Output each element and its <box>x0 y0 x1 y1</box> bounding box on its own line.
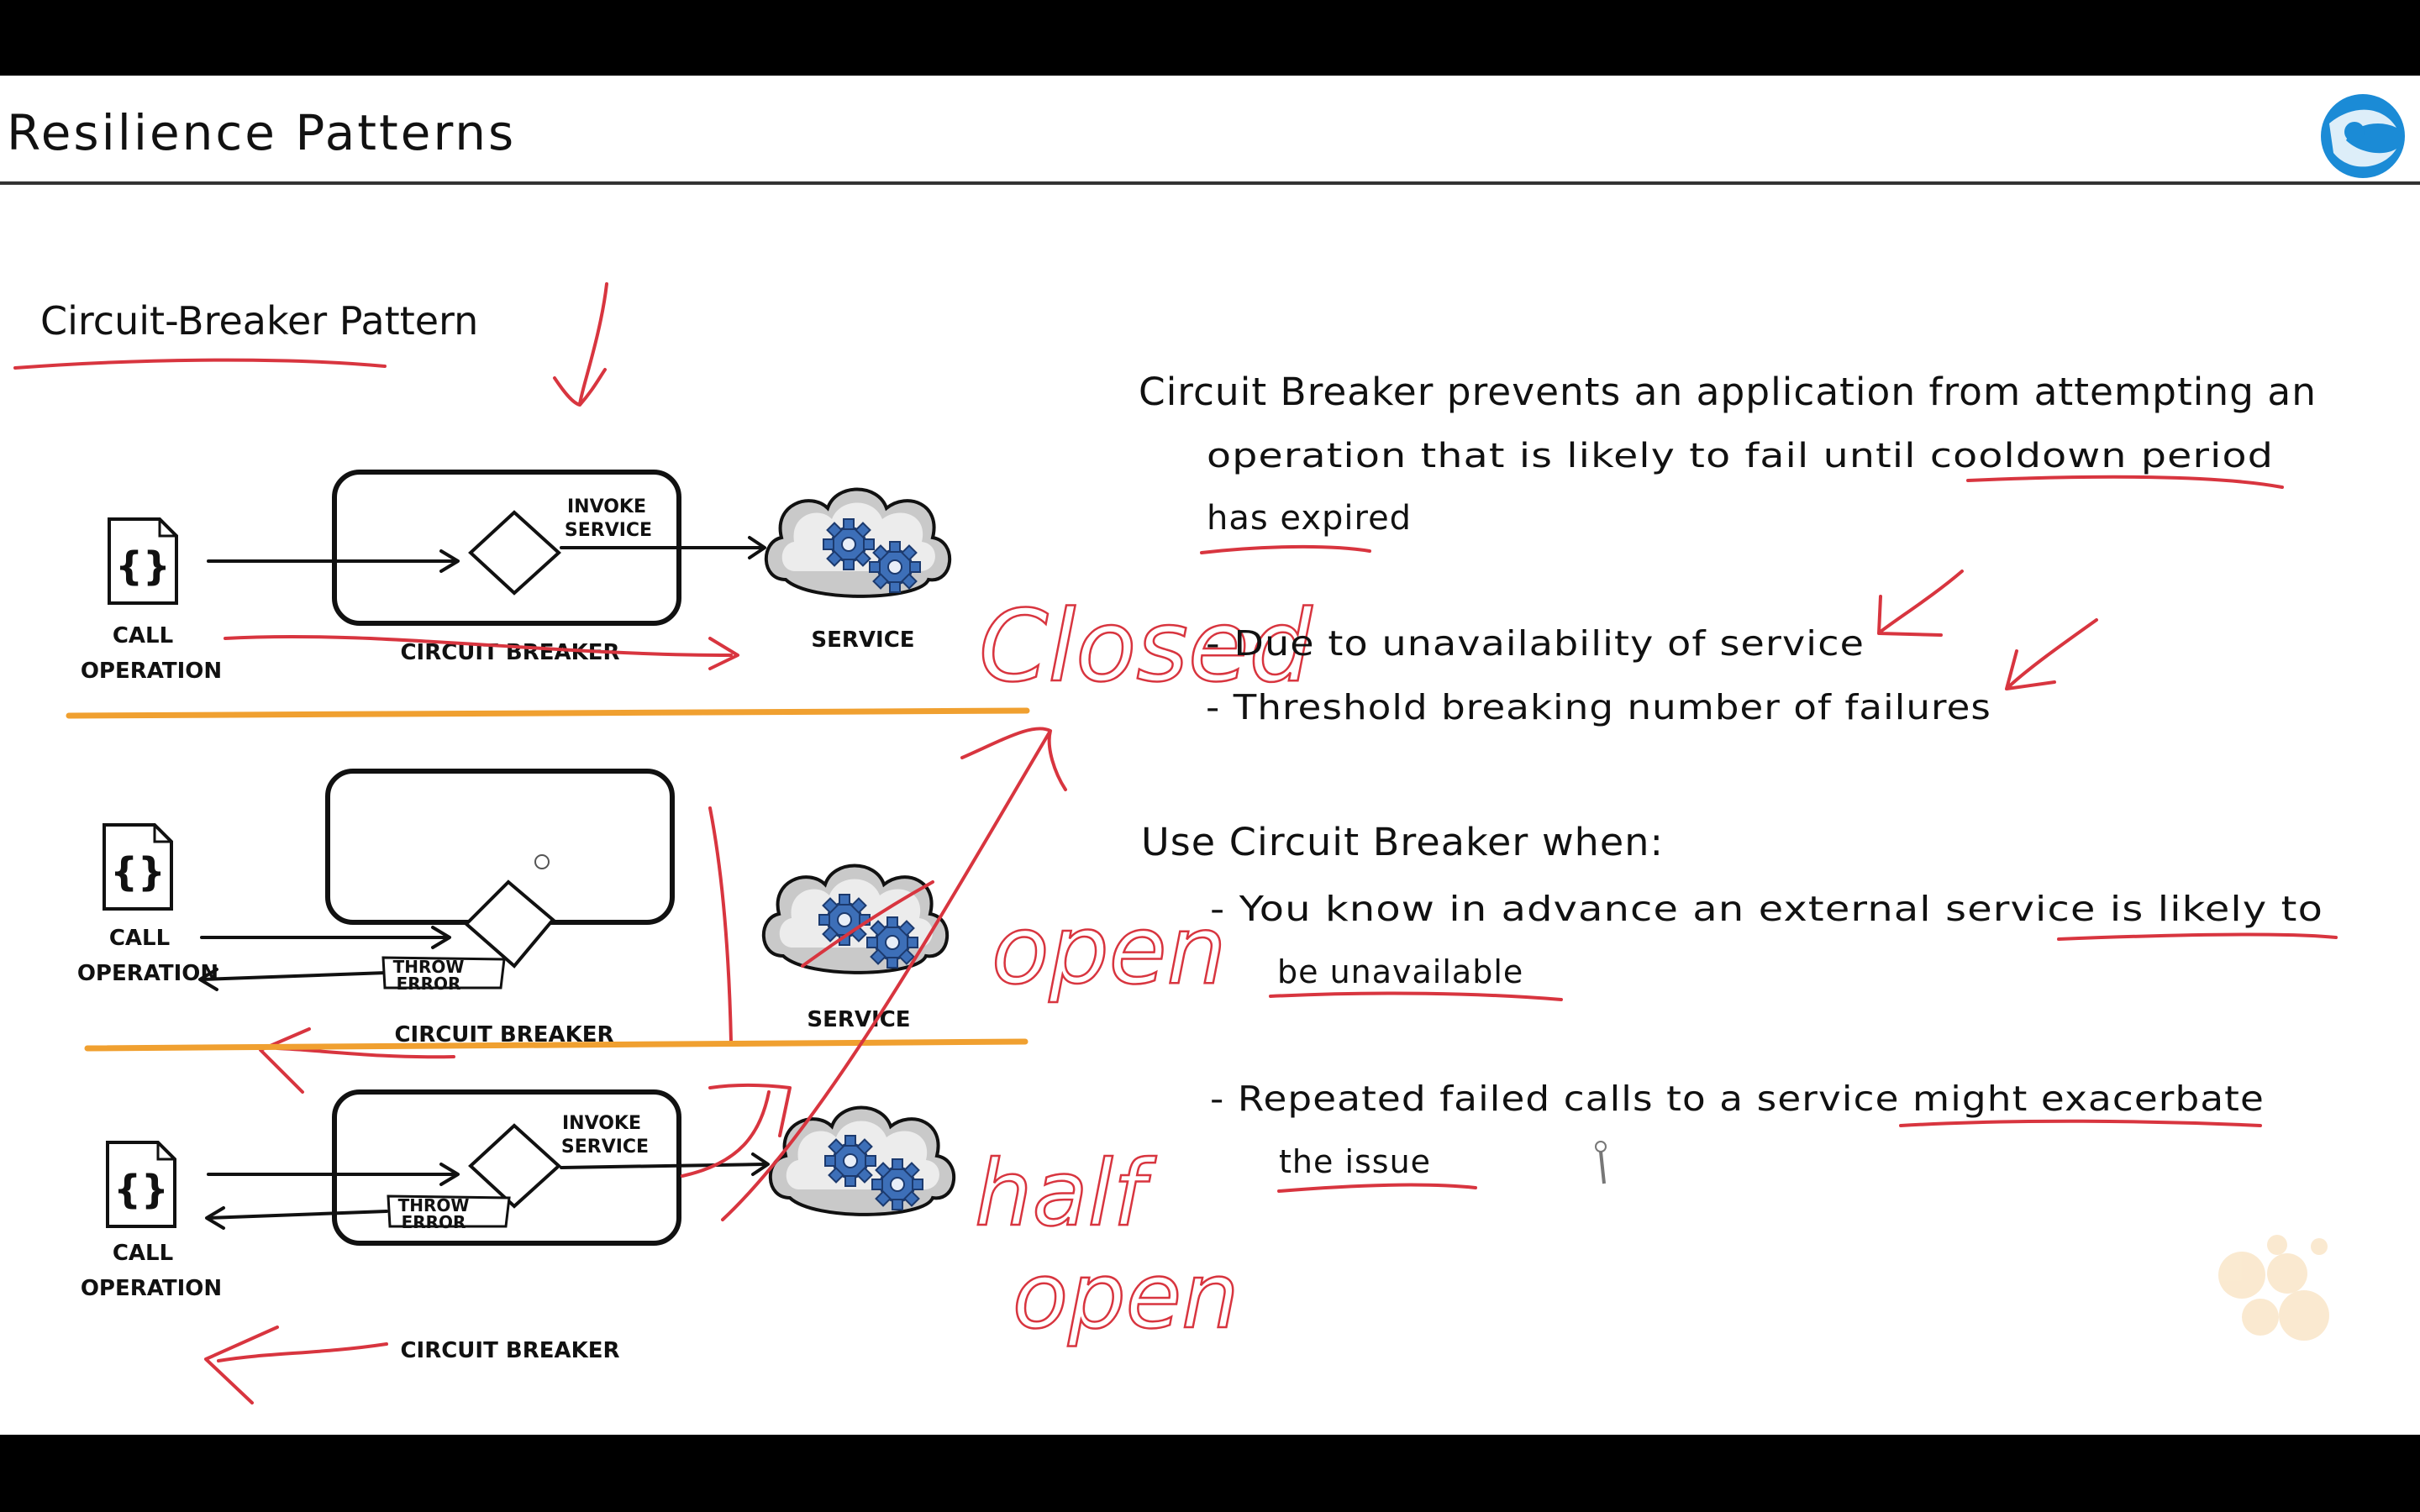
service-label: SERVICE <box>807 1007 910 1032</box>
red-flow-arrow <box>204 1326 388 1404</box>
watermark-logo <box>2218 1235 2329 1341</box>
use-heading: Use Circuit Breaker when: <box>1141 820 1664 864</box>
notes-panel: Circuit Breaker prevents an application … <box>1139 370 2338 1193</box>
arrow-annotation <box>1877 570 1964 637</box>
call-label-line2: OPERATION <box>81 659 222 684</box>
use-item-1-line2: be unavailable <box>1277 953 1523 990</box>
throw-line2: ERROR <box>397 974 461 994</box>
diagram-heading: Circuit-Breaker Pattern <box>40 298 478 344</box>
underline <box>1899 1119 2262 1127</box>
gear-icon <box>868 540 922 594</box>
slide-canvas: {} Resilience Patterns Circuit-Breaker P… <box>0 94 2420 1404</box>
call-operation-icon <box>108 517 178 605</box>
pen-cursor-icon <box>1595 1141 1607 1184</box>
arrow-annotation <box>2005 618 2098 690</box>
call-operation-icon <box>106 1141 176 1228</box>
gear-icon <box>823 1134 877 1188</box>
invoke-line1: INVOKE <box>562 1113 641 1134</box>
underline <box>1200 544 1371 554</box>
underline <box>2057 932 2338 941</box>
underline <box>1277 1183 1477 1193</box>
intro-line1: Circuit Breaker prevents an application … <box>1139 370 2317 414</box>
service-label: SERVICE <box>811 627 914 653</box>
underline <box>1966 475 2284 489</box>
divider-1 <box>66 707 1030 719</box>
throw-line2: ERROR <box>402 1212 466 1232</box>
slide: {} Resilience Patterns Circuit-Breaker P… <box>0 76 2420 1435</box>
reason-1: - Due to unavailability of service <box>1206 623 1865 664</box>
invoke-line2: SERVICE <box>565 520 652 541</box>
heading-underline <box>13 358 387 370</box>
state-half-open: open <box>1013 1244 1239 1349</box>
top-letterbox <box>0 0 2420 76</box>
gear-icon <box>865 916 919 969</box>
page-title: Resilience Patterns <box>7 104 516 161</box>
bottom-letterbox <box>0 1435 2420 1512</box>
row-closed: CALL OPERATION INVOKE SERVICE CIRCUIT BR… <box>81 470 1314 705</box>
breaker-label: CIRCUIT BREAKER <box>400 640 619 665</box>
invoke-line1: INVOKE <box>567 496 646 517</box>
gear-icon <box>822 517 876 571</box>
azure-globe-icon <box>2321 94 2405 178</box>
breaker-label: CIRCUIT BREAKER <box>400 1338 619 1363</box>
intro-line2: operation that is likely to fail until c… <box>1207 437 2274 475</box>
call-label-line1: CALL <box>113 1241 173 1266</box>
call-label-line1: CALL <box>113 623 173 648</box>
underline <box>1269 991 1563 1001</box>
call-operation-icon <box>103 823 173 911</box>
state-half: half <box>975 1142 1157 1247</box>
red-vertical-stroke <box>708 806 733 1043</box>
gear-icon <box>871 1158 924 1211</box>
reason-2: - Threshold breaking number of failures <box>1206 687 1991 727</box>
call-label-line2: OPERATION <box>81 1276 222 1301</box>
arrow-down-annotation <box>553 282 608 407</box>
invoke-line2: SERVICE <box>561 1137 649 1158</box>
call-label-line2: OPERATION <box>77 961 218 986</box>
use-item-2-line2: the issue <box>1279 1143 1431 1180</box>
use-item-2-line1: - Repeated failed calls to a service mig… <box>1210 1079 2265 1119</box>
intro-line3: has expired <box>1207 499 1412 538</box>
row-half-open: CALL OPERATION THROW ERROR INVOKE SERVIC… <box>81 1089 1240 1404</box>
call-label-line1: CALL <box>109 926 170 951</box>
use-item-1-line1: - You know in advance an external servic… <box>1210 889 2323 929</box>
state-open: open <box>992 896 1227 1005</box>
divider-2 <box>84 1038 1028 1052</box>
